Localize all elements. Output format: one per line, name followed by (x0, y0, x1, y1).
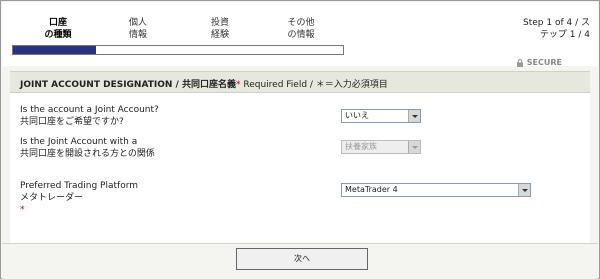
select-value: 扶養家族 (345, 142, 377, 151)
required-text: Required Field / ＊＝入力必須項目 (240, 80, 388, 90)
platform-select[interactable]: MetaTrader 4 (341, 183, 531, 197)
step-other-info: その他 の情報 (261, 17, 341, 41)
label-japanese-text: メタトレーダー (20, 193, 84, 203)
wizard-header: 口座 の種類 個人 情報 投資 経験 その他 の情報 Step 1 of 4 /… (2, 2, 598, 67)
dropdown-arrow-icon[interactable] (518, 184, 530, 196)
required-star: * (20, 205, 25, 215)
step-label-line2: 経験 (210, 30, 229, 40)
step-personal-info: 個人 情報 (98, 17, 178, 41)
secure-indicator: SECURE (516, 58, 562, 67)
step-label-line1: 口座 (48, 18, 67, 28)
label-japanese: 共同口座をご希望ですか? (20, 117, 124, 127)
secure-label: SECURE (526, 58, 562, 67)
step-counter: Step 1 of 4 / ス テップ 1 / 4 (500, 17, 590, 41)
step-label-line1: 投資 (210, 18, 229, 28)
form-panel: Is the account a Joint Account? 共同口座をご希望… (10, 93, 590, 243)
step-counter-line2: テップ 1 / 4 (539, 30, 590, 40)
step-counter-line1: Step 1 of 4 / ス (523, 18, 590, 28)
form-frame: 口座 の種類 個人 情報 投資 経験 その他 の情報 Step 1 of 4 /… (0, 0, 600, 279)
label-english: Is the account a Joint Account? (20, 105, 159, 115)
required-note: * Required Field / ＊＝入力必須項目 (236, 77, 388, 90)
label-japanese: メタトレーダー * (20, 192, 138, 216)
joint-account-select[interactable]: いいえ (341, 109, 421, 123)
dropdown-arrow-icon (408, 141, 420, 153)
label-japanese: 共同口座を開設される方との関係 (20, 149, 155, 159)
progress-bar-fill (13, 46, 96, 54)
step-account-type: 口座 の種類 (18, 17, 98, 41)
step-investment-experience: 投資 経験 (180, 17, 260, 41)
next-button[interactable]: 次へ (236, 248, 368, 270)
label-english: Is the Joint Account with a (20, 137, 138, 147)
section-title: JOINT ACCOUNT DESIGNATION / 共同口座名義 (20, 80, 236, 90)
platform-label: Preferred Trading Platform メタトレーダー * (20, 180, 138, 216)
dropdown-arrow-icon[interactable] (408, 110, 420, 122)
step-label-line2: の種類 (44, 30, 72, 40)
select-value: いいえ (345, 111, 369, 120)
step-label-line2: の情報 (287, 30, 315, 40)
section-header: JOINT ACCOUNT DESIGNATION / 共同口座名義 * Req… (10, 71, 590, 93)
joint-relation-select: 扶養家族 (341, 140, 421, 154)
form-footer: 次へ (2, 243, 598, 279)
progress-bar (12, 45, 344, 55)
step-label-line1: その他 (287, 18, 315, 28)
label-english: Preferred Trading Platform (20, 181, 139, 191)
lock-icon (516, 58, 523, 67)
step-label-line1: 個人 (128, 18, 147, 28)
joint-relation-label: Is the Joint Account with a 共同口座を開設される方と… (20, 136, 155, 160)
select-value: MetaTrader 4 (345, 185, 398, 194)
joint-account-label: Is the account a Joint Account? 共同口座をご希望… (20, 104, 159, 128)
step-label-line2: 情報 (128, 30, 147, 40)
